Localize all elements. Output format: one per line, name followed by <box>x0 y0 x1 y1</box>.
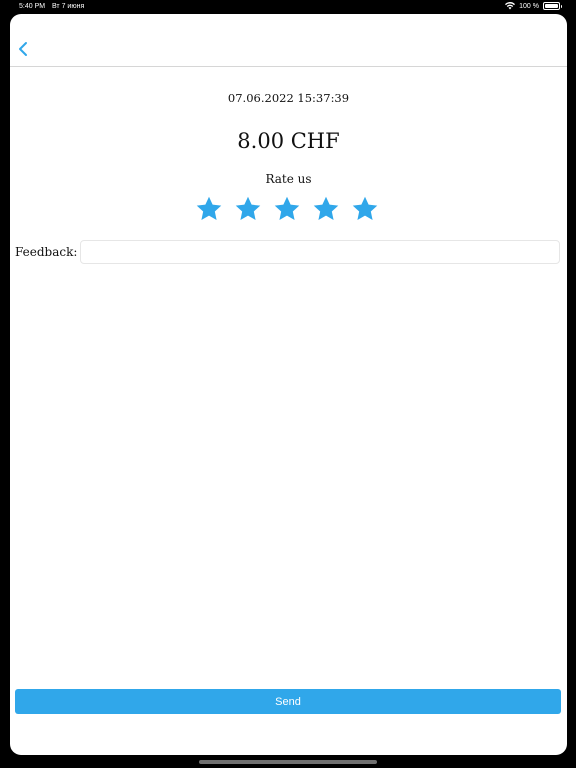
wifi-icon <box>505 2 516 10</box>
star-icon[interactable] <box>312 195 340 223</box>
modal-sheet: 07.06.2022 15:37:39 8.00 CHF Rate us Fee… <box>10 14 567 755</box>
battery-percent: 100 % <box>519 2 539 10</box>
transaction-amount: 8.00 CHF <box>237 129 340 153</box>
feedback-input[interactable] <box>80 240 560 264</box>
chevron-left-icon <box>19 42 27 56</box>
star-icon[interactable] <box>273 195 301 223</box>
home-indicator <box>199 760 377 764</box>
navigation-bar <box>10 14 567 67</box>
status-time: 5:40 PM <box>19 3 46 10</box>
back-button[interactable] <box>16 40 32 58</box>
star-icon[interactable] <box>234 195 262 223</box>
star-rating <box>195 195 385 225</box>
status-right-group: 100 % <box>505 2 562 10</box>
battery-icon <box>543 2 562 10</box>
status-bar: 5:40 PM Вт 7 июня 100 % <box>0 0 576 14</box>
star-icon[interactable] <box>351 195 379 223</box>
status-date: Вт 7 июня <box>52 3 85 10</box>
send-button[interactable]: Send <box>15 689 561 714</box>
star-icon[interactable] <box>195 195 223 223</box>
rate-us-label: Rate us <box>265 172 312 186</box>
transaction-datetime: 07.06.2022 15:37:39 <box>227 91 350 105</box>
battery-fill <box>545 4 558 8</box>
feedback-label: Feedback: <box>15 245 78 259</box>
